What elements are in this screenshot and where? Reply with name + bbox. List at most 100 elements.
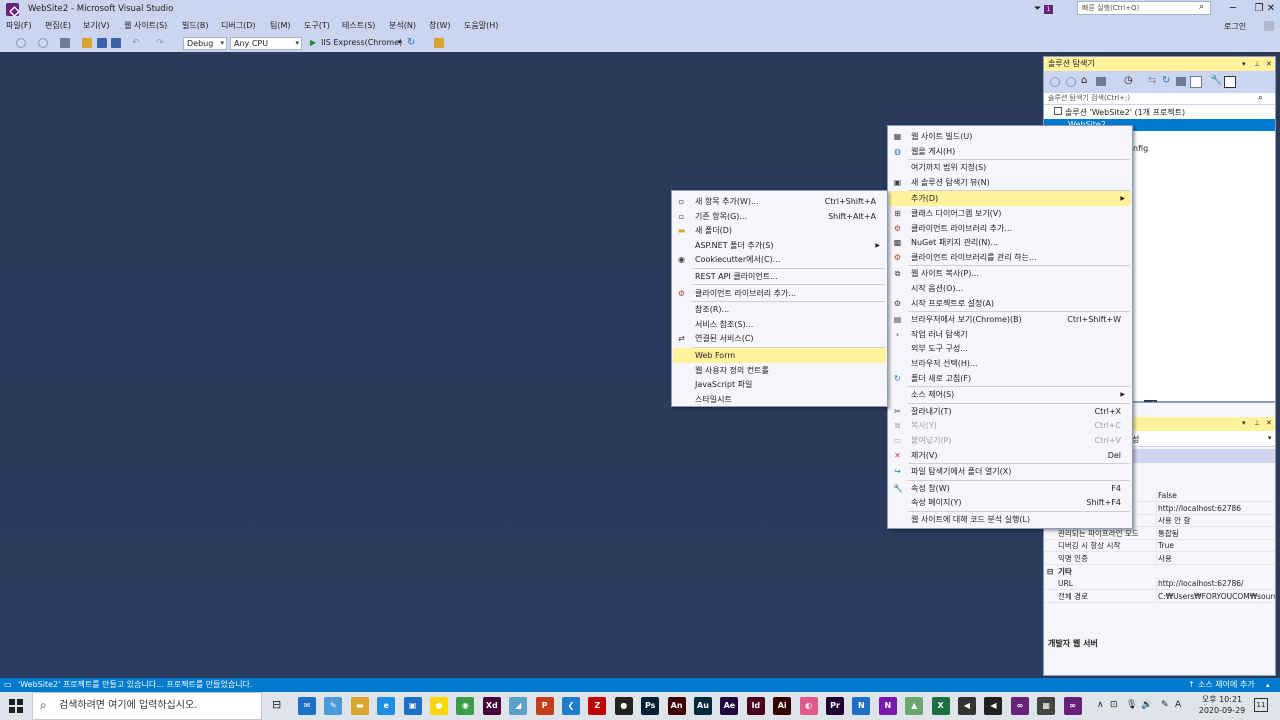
menu-item[interactable]: 웹 사이트에 대해 코드 분석 실행(L)	[889, 512, 1131, 527]
menu-item[interactable]: ▣ 새 솔루션 탐색기 뷰(N)	[889, 175, 1131, 190]
premiere-icon[interactable]: Pr	[826, 697, 844, 715]
forward-nav-icon[interactable]	[38, 38, 48, 48]
configuration-select[interactable]: Debug	[183, 37, 227, 50]
kakaotalk-icon[interactable]: ●	[430, 697, 448, 715]
tree-solution[interactable]: 솔루션 'WebSite2' (1개 프로젝트)	[1054, 107, 1185, 119]
vs-active-icon[interactable]: ∞	[1063, 697, 1082, 715]
file-explorer-icon[interactable]: ▬	[350, 697, 369, 715]
pen-icon[interactable]: ✎	[324, 697, 343, 715]
illustrator-icon[interactable]: Ai	[773, 697, 792, 715]
menu-item[interactable]: 보기(V)	[83, 21, 109, 33]
menu-item[interactable]: 창(W)	[429, 21, 451, 33]
account-icon[interactable]	[1264, 21, 1274, 31]
indesign-icon[interactable]: Id	[746, 697, 765, 715]
calculator-icon[interactable]: ▦	[1037, 697, 1056, 715]
menu-item[interactable]: 외부 도구 구성...	[889, 341, 1131, 356]
record-icon[interactable]: ●	[614, 697, 633, 715]
mic-icon[interactable]: 🎙	[1126, 700, 1137, 710]
menu-item[interactable]: 도움말(H)	[464, 21, 498, 33]
animate-icon[interactable]: An	[667, 697, 686, 715]
wrench-icon[interactable]: 🔧	[1210, 75, 1222, 86]
menu-item[interactable]: 도구(T)	[304, 21, 330, 33]
visual-studio-icon[interactable]: ∞	[1010, 697, 1029, 715]
windows-start-icon[interactable]	[9, 699, 23, 713]
menu-item[interactable]: ⚙ 클라이언트 라이브러리 추가...	[673, 286, 886, 301]
tray-chevron-icon[interactable]: ∧	[1097, 700, 1104, 710]
xd-icon[interactable]: Xd	[482, 697, 501, 715]
vs-code-dark-icon[interactable]: ◀	[984, 697, 1003, 715]
run-target-button[interactable]: IIS Express(Chrome)	[321, 38, 402, 47]
menu-item[interactable]: 여기까지 범위 지정(S)	[889, 160, 1131, 175]
menu-item[interactable]: 파일(F)	[6, 21, 32, 33]
notification-badge[interactable]: 1	[1044, 5, 1053, 14]
quick-launch-input[interactable]: 빠른 실행(Ctrl+Q)	[1077, 1, 1211, 15]
media-icon[interactable]: ◀	[958, 697, 976, 715]
filter-icon[interactable]: ⏷	[1034, 4, 1044, 14]
network-icon[interactable]: ⊡	[1110, 700, 1118, 710]
property-row[interactable]: URL http://localhost:62786/	[1044, 577, 1275, 591]
menu-item[interactable]: ▫ 기존 항목(G)... Shift+Alt+A	[673, 209, 886, 224]
menu-item[interactable]: 웹 사용자 정의 컨트롤	[673, 363, 886, 378]
menu-item[interactable]: ▬ 새 폴더(D)	[673, 223, 886, 238]
menu-item[interactable]: ⚙ 클라이언트 라이브러리를 관리 하는...	[889, 250, 1131, 265]
open-file-icon[interactable]	[82, 38, 92, 48]
close-icon[interactable]: ✕	[1266, 419, 1272, 427]
menu-item[interactable]: Web Form	[673, 348, 886, 363]
menu-item[interactable]: 추가(D) ▶	[889, 191, 1131, 207]
chevron-down-icon[interactable]: ▾	[1268, 434, 1272, 442]
property-row[interactable]: 디버깅 시 항상 시작 True	[1044, 539, 1275, 553]
filezilla-icon[interactable]: Z	[588, 697, 607, 715]
menu-item[interactable]: ⧉ 복사(Y) Ctrl+C	[889, 418, 1131, 433]
menu-item[interactable]: 디버그(D)	[221, 21, 255, 33]
refresh-icon[interactable]: ↻	[1162, 75, 1170, 86]
chrome-icon[interactable]: ◉	[456, 697, 475, 715]
menu-item[interactable]: ◍ 웹을 게시(H)	[889, 144, 1131, 159]
edge-icon[interactable]: e	[377, 697, 396, 715]
home-icon[interactable]: ⌂	[1081, 75, 1087, 86]
language-icon[interactable]: ✎	[1161, 700, 1169, 710]
menu-item[interactable]: 웹 사이트(S)	[124, 21, 167, 33]
new-project-icon[interactable]	[60, 38, 70, 48]
save-all-icon[interactable]	[111, 38, 121, 48]
menu-item[interactable]: 속성 페이지(Y) Shift+F4	[889, 495, 1131, 510]
dropdown-icon[interactable]: ▾	[1242, 419, 1246, 427]
menu-item[interactable]: ▩ NuGet 패키지 관리(N)...	[889, 235, 1131, 250]
redo-icon[interactable]: ↷	[156, 38, 166, 48]
menu-item[interactable]: ◉ Cookiecutter에서(C)...	[673, 252, 886, 267]
mountain-icon[interactable]: ▲	[905, 697, 924, 715]
run-target-dropdown-icon[interactable]: ▾	[398, 38, 402, 46]
action-center-icon[interactable]: 11	[1254, 698, 1268, 712]
tree-file[interactable]: nfig	[1133, 143, 1148, 155]
close-icon[interactable]: ✕	[1266, 57, 1272, 71]
menu-item[interactable]: ✂ 잘라내기(T) Ctrl+X	[889, 404, 1131, 419]
mail-icon[interactable]: ✉	[298, 697, 316, 715]
refresh-icon[interactable]: ↻	[407, 37, 415, 48]
property-row[interactable]: 전체 경로 C:₩Users₩FORYOUCOM₩source	[1044, 589, 1275, 603]
menu-item[interactable]: › 작업 러너 탐색기	[889, 327, 1131, 342]
pin-icon[interactable]: ⊥	[1254, 419, 1260, 427]
menu-item[interactable]: ⚙ 시작 프로젝트로 설정(A)	[889, 296, 1131, 311]
menu-item[interactable]: ⇄ 연결된 서비스(C)	[673, 331, 886, 346]
ime-icon[interactable]: A	[1175, 700, 1181, 710]
play-icon[interactable]: ▶	[310, 38, 316, 47]
menu-item[interactable]: 참조(R)...	[673, 302, 886, 317]
volume-icon[interactable]: 🔊	[1141, 700, 1152, 710]
dropdown-icon[interactable]: ▾	[1242, 57, 1246, 71]
pending-changes-icon[interactable]: ◷	[1124, 75, 1133, 86]
menu-item[interactable]: 스타일시트	[673, 392, 886, 407]
audition-icon[interactable]: Au	[694, 697, 712, 715]
taskbar-search-input[interactable]: 검색하려면 여기에 입력하십시오.	[32, 692, 262, 720]
browser-link-icon[interactable]	[434, 38, 444, 48]
undo-icon[interactable]: ↶	[132, 38, 142, 48]
menu-item[interactable]: ASP.NET 폴더 추가(S) ▶	[673, 238, 886, 253]
menu-item[interactable]: 분석(N)	[389, 21, 416, 33]
clock-time[interactable]: 오후 10:21	[1196, 694, 1248, 705]
menu-item[interactable]: ▭ 붙여넣기(P) Ctrl+V	[889, 433, 1131, 448]
excel-icon[interactable]: X	[931, 697, 950, 715]
menu-item[interactable]: 시작 옵션(O)...	[889, 281, 1131, 296]
login-link[interactable]: 로그인	[1224, 21, 1246, 32]
forward-icon[interactable]	[1066, 77, 1076, 87]
menu-item[interactable]: ⧉ 웹 사이트 복사(P)...	[889, 266, 1131, 281]
task-view-icon[interactable]: ⊟	[272, 698, 281, 711]
back-icon[interactable]	[1050, 77, 1060, 87]
